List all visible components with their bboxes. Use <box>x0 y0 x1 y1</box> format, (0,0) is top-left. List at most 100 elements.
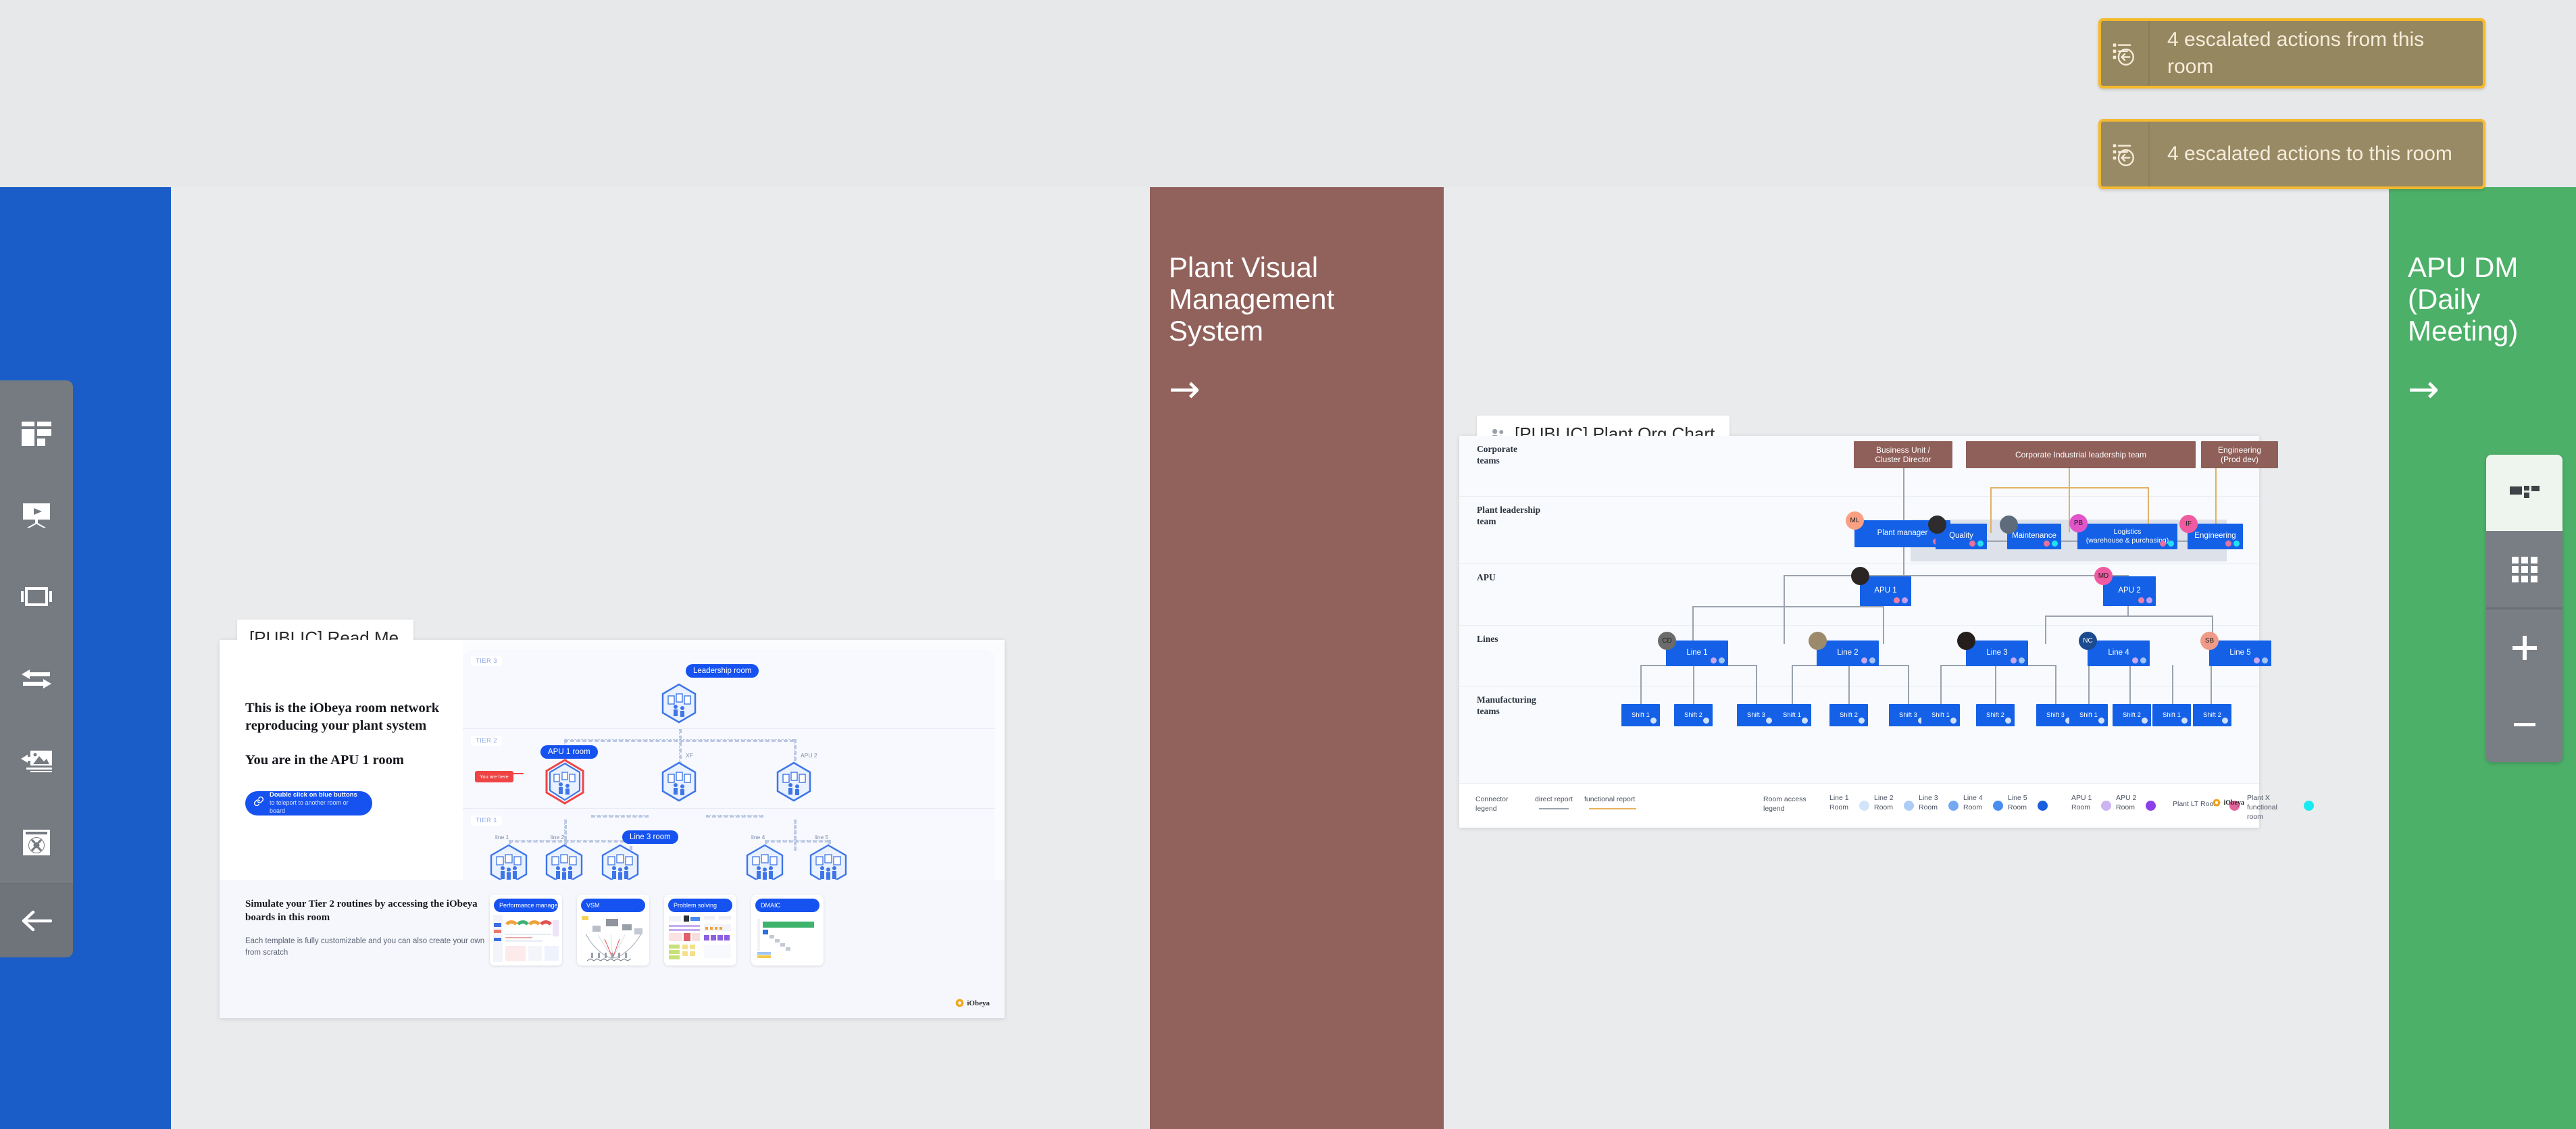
exchange-icon[interactable] <box>0 638 73 720</box>
label-apu-2[interactable]: APU 2 <box>801 752 817 759</box>
org-node-line-3[interactable]: Line 3 <box>1966 641 2028 666</box>
pill-leadership-room[interactable]: Leadership room <box>686 664 759 678</box>
template-preview <box>667 915 733 962</box>
org-node-line-5[interactable]: Line 5 <box>2209 641 2271 666</box>
hexagon-line-1-room[interactable] <box>488 844 528 880</box>
avatar-line-5[interactable]: SB <box>2200 632 2219 650</box>
back-arrow-icon[interactable] <box>0 884 73 957</box>
board-read-me[interactable]: [PUBLIC] Read Me This is the iObeya room… <box>220 620 1005 1018</box>
hexagon-line-3-room[interactable] <box>600 844 639 880</box>
org-chart-diagram[interactable]: Corporate teams Plant leadership team AP… <box>1459 436 2278 783</box>
template-card-performance-management[interactable]: Performance management <box>490 895 562 965</box>
label-line-4[interactable]: line 4 <box>751 834 765 841</box>
org-band-label: Plant leadership team <box>1477 505 1541 526</box>
room-access-dots <box>1861 657 1875 663</box>
readme-heading-2: You are in the APU 1 room <box>245 753 404 768</box>
avatar-apu-1[interactable] <box>1851 567 1869 585</box>
right-toolbar[interactable] <box>2486 455 2562 762</box>
org-node-shift[interactable]: Shift 2 <box>2113 704 2151 726</box>
readme-bottom-text: Each template is fully customizable and … <box>245 936 485 957</box>
avatar-line-1[interactable]: CD <box>1658 632 1676 650</box>
help-icon[interactable] <box>0 801 73 883</box>
template-label: VSM <box>581 899 645 912</box>
label-xf[interactable]: XF <box>686 752 693 759</box>
org-node-shift[interactable]: Shift 2 <box>1674 704 1713 726</box>
org-node-engineering-prod-dev[interactable]: Engineering (Prod dev) <box>2201 441 2278 468</box>
org-node-shift[interactable]: Shift 1 <box>1773 704 1811 726</box>
pill-line-3-room[interactable]: Line 3 room <box>622 830 678 844</box>
template-card-dmaic[interactable]: DMAIC <box>751 895 824 965</box>
room-access-dots <box>2160 541 2174 547</box>
avatar-maintenance[interactable] <box>2000 516 2018 534</box>
room-access-dots <box>1969 541 1984 547</box>
org-node-shift[interactable]: Shift 2 <box>2193 704 2231 726</box>
org-node-shift[interactable]: Shift 2 <box>1829 704 1868 726</box>
legend-functional-report: functional report <box>1584 795 1636 803</box>
label-line-1[interactable]: line 1 <box>495 834 509 841</box>
hexagon-line-2-room[interactable] <box>544 844 583 880</box>
room-access-dots <box>2132 657 2146 663</box>
avatar-line-4[interactable]: NC <box>2079 632 2097 650</box>
readme-teleport-button[interactable]: Double click on blue buttons to teleport… <box>245 791 372 816</box>
label-line-2[interactable]: line 2 <box>551 834 564 841</box>
hexagon-apu-1-room[interactable] <box>544 759 586 805</box>
org-node-shift[interactable]: Shift 3 <box>1737 704 1775 726</box>
escalation-card-label: 4 escalated actions from this room <box>2167 28 2425 78</box>
readme-teleport-subtitle: to teleport to another room or board <box>270 799 349 814</box>
room-arrow-green[interactable]: → <box>2408 371 2576 409</box>
legend-room-title: Room access legend <box>1763 795 1807 813</box>
template-card-vsm[interactable]: VSM <box>577 895 649 965</box>
avatar-engineering[interactable]: IF <box>2179 515 2198 533</box>
insert-image-icon[interactable] <box>0 720 73 801</box>
hexagon-line-4-room[interactable] <box>744 844 784 880</box>
org-node-shift[interactable]: Shift 1 <box>1921 704 1960 726</box>
avatar-line-3[interactable] <box>1957 632 1975 650</box>
zoom-out-icon[interactable] <box>2486 686 2562 762</box>
org-node-logistics[interactable]: Logistics (warehouse & purchasing) <box>2077 524 2177 549</box>
carousel-icon[interactable] <box>0 556 73 638</box>
avatar-logistics[interactable]: PB <box>2069 514 2088 532</box>
template-card-problem-solving[interactable]: Problem solving <box>664 895 736 965</box>
room-arrow-brown[interactable]: → <box>1169 371 1444 409</box>
legend-room-dot <box>2304 801 2314 811</box>
minimap-icon[interactable] <box>2486 455 2562 531</box>
hexagon-leadership-room[interactable] <box>661 683 697 724</box>
template-preview <box>580 915 646 962</box>
pill-apu-1-room[interactable]: APU 1 room <box>540 745 598 759</box>
escalation-card-to-this-room[interactable]: 4 escalated actions to this room <box>2098 119 2485 189</box>
room-network-diagram[interactable]: TIER 3 TIER 2 TIER 1 Leadership room APU… <box>463 649 995 880</box>
hexagon-xf-room[interactable] <box>661 761 697 802</box>
avatar-plant-manager[interactable]: ML <box>1846 511 1864 530</box>
escalation-card-from-this-room[interactable]: 4 escalated actions from this room <box>2098 18 2485 89</box>
readme-teleport-title: Double click on blue buttons <box>270 791 357 799</box>
left-toolbar[interactable] <box>0 380 73 957</box>
avatar-apu-2[interactable]: MD <box>2094 567 2113 585</box>
org-node-corporate-industrial-leadership-team[interactable]: Corporate Industrial leadership team <box>1966 441 2196 468</box>
legend-room-label: APU 2 Room <box>2116 794 2137 812</box>
org-node-business-unit-cluster-director[interactable]: Business Unit / Cluster Director <box>1854 441 1952 468</box>
legend-room-label: Line 1 Room <box>1829 794 1849 812</box>
org-node-shift[interactable]: Shift 1 <box>2152 704 2191 726</box>
zoom-in-icon[interactable] <box>2486 609 2562 686</box>
org-node-line-4[interactable]: Line 4 <box>2088 641 2150 666</box>
avatar-line-2[interactable] <box>1809 632 1827 650</box>
legend-room-label: Line 3 Room <box>1919 794 1938 812</box>
hexagon-apu-2-room[interactable] <box>776 761 812 802</box>
room-column-plant-visual-management-system[interactable]: Plant Visual Management System → <box>1150 187 1444 1129</box>
canvas-area[interactable]: Plant Visual Management System → APU DM … <box>0 187 2576 1129</box>
legend-room-dot <box>2038 801 2048 811</box>
org-node-shift[interactable]: Shift 2 <box>1976 704 2015 726</box>
board-plant-org-chart[interactable]: [PUBLIC] Plant Org Chart Corporate teams… <box>1459 416 2314 828</box>
avatar-quality[interactable] <box>1928 516 1946 534</box>
presentation-icon[interactable] <box>0 474 73 556</box>
room-title-green: APU DM (Daily Meeting) <box>2408 251 2519 347</box>
template-label: DMAIC <box>755 899 819 912</box>
legend-room-dot <box>1948 801 1959 811</box>
org-node-shift[interactable]: Shift 1 <box>1621 704 1660 726</box>
board-layout-icon[interactable] <box>0 393 73 474</box>
hexagon-line-5-room[interactable] <box>808 844 847 880</box>
label-line-5[interactable]: line 5 <box>815 834 828 841</box>
grid-icon[interactable] <box>2486 531 2562 607</box>
org-node-shift[interactable]: Shift 1 <box>2069 704 2108 726</box>
template-label: Performance management <box>494 899 558 912</box>
